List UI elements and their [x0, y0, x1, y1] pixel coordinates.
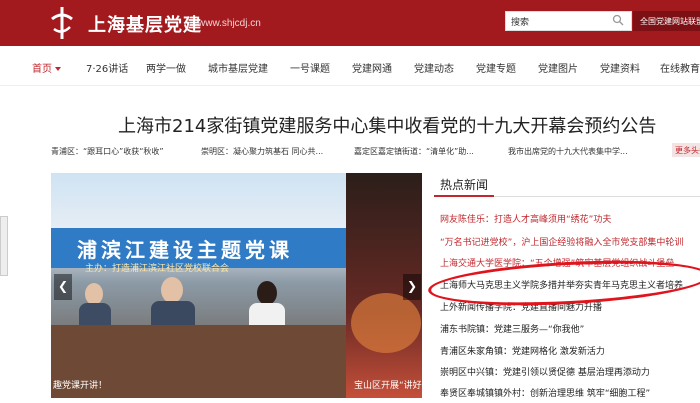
carousel-prev-button[interactable]: ❮: [54, 274, 72, 300]
chevron-left-icon: ❮: [57, 279, 69, 293]
ticker-item[interactable]: 崇明区：凝心聚力筑基石 同心共...: [201, 146, 323, 157]
site-header: 上海基层党建 www.shjcdj.cn 搜索 全国党建网站联盟: [0, 0, 700, 46]
carousel-next-button[interactable]: ❯: [403, 274, 421, 300]
hot-news-heading: 热点新闻: [440, 178, 489, 192]
stage-light: [351, 293, 421, 353]
nav-item-materials[interactable]: 党建资料: [600, 60, 640, 75]
chevron-right-icon: ❯: [406, 279, 418, 293]
news-item[interactable]: 浦东书院镇：党建三服务—“你我他”: [440, 322, 700, 335]
chevron-down-icon: [55, 67, 61, 71]
site-title[interactable]: 上海基层党建: [88, 11, 202, 37]
party-logo-icon[interactable]: [48, 5, 76, 41]
nav-item-home[interactable]: 首页: [32, 60, 61, 75]
search-icon[interactable]: [612, 14, 624, 26]
news-item[interactable]: 青浦区朱家角镇：党建网格化 激发新活力: [440, 344, 700, 357]
nav-item-urban-party[interactable]: 城市基层党建: [208, 60, 268, 75]
nav-item-two-study[interactable]: 两学一做: [146, 60, 186, 75]
nav-item-news[interactable]: 党建动态: [414, 60, 454, 75]
news-item[interactable]: “万名书记进党校”，沪上国企经验将融入全市党支部集中轮训: [440, 235, 700, 248]
news-item[interactable]: 网友陈佳乐：打造人才高峰须用“绣花”功夫: [440, 212, 700, 225]
main-nav: 首页 7·26讲话 两学一做 城市基层党建 一号课题 党建网通 党建动态 党建专…: [0, 46, 700, 86]
more-headlines-link[interactable]: 更多头条: [672, 143, 700, 157]
image-carousel[interactable]: 浦滨江建设主题党课 主办：打造浦江滨江社区党校联合会 趣党课开讲！ 宝山区开展“…: [51, 173, 422, 398]
top-headline-link[interactable]: 上海市214家街镇党建服务中心集中收看党的十九大开幕会预约公告: [118, 112, 656, 138]
heading-accent-bar: [434, 195, 494, 197]
slide-banner-title: 浦滨江建设主题党课: [77, 238, 293, 262]
alliance-link-button[interactable]: 全国党建网站联盟: [633, 11, 700, 31]
side-float-tab[interactable]: [0, 216, 8, 276]
nav-item-photos[interactable]: 党建图片: [538, 60, 578, 75]
ticker-item[interactable]: 我市出席党的十九大代表集中学...: [508, 146, 628, 157]
slide-banner-subtitle: 主办：打造浦江滨江社区党校联合会: [85, 264, 230, 274]
ticker-item[interactable]: 青浦区：“跟耳口心”收获“秋收”: [51, 146, 164, 157]
slide-caption-side[interactable]: 宝山区开展“讲好中: [354, 378, 422, 391]
ticker-item[interactable]: 嘉定区嘉定镇街道：“清单化”助...: [354, 146, 474, 157]
nav-item-network[interactable]: 党建网通: [352, 60, 392, 75]
site-url: www.shjcdj.cn: [198, 18, 261, 29]
nav-item-label: 首页: [32, 64, 52, 75]
nav-item-online-edu[interactable]: 在线教育: [660, 60, 700, 75]
slide-caption[interactable]: 趣党课开讲！: [53, 378, 107, 391]
nav-item-726[interactable]: 7·26讲话: [86, 60, 128, 75]
nav-item-key-topic[interactable]: 一号课题: [290, 60, 330, 75]
nav-item-topics[interactable]: 党建专题: [476, 60, 516, 75]
news-item[interactable]: 崇明区中兴镇：党建引领以贤促德 基层治理再添动力: [440, 365, 700, 378]
news-item[interactable]: 奉贤区奉城镇镇外村：创新治理思维 筑牢“细胞工程”: [440, 386, 700, 399]
